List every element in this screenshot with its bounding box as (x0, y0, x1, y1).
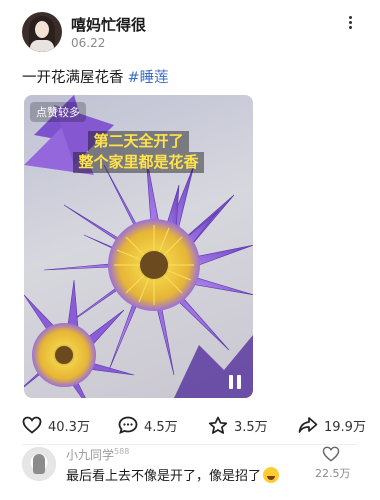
like-count: 40.3万 (48, 419, 90, 435)
caption-line-2: 整个家里都是花香 (73, 152, 204, 173)
like-button[interactable]: 40.3万 (22, 414, 90, 436)
favorite-button[interactable]: 3.5万 (208, 414, 268, 436)
commenter-badge: 588 (114, 447, 130, 456)
post-header: 嘻妈忙得很 06.22 (0, 0, 380, 62)
post-video[interactable]: 点赞较多 第二天全开了 整个家里都是花香 (24, 95, 253, 398)
divider (22, 444, 358, 445)
pause-icon[interactable] (228, 375, 242, 389)
star-icon (208, 416, 228, 434)
comment-text: 最后看上去不像是开了，像是招了 (66, 465, 280, 484)
share-count: 19.9万 (324, 419, 366, 435)
popular-badge: 点赞较多 (30, 102, 86, 122)
hashtag-link[interactable]: #睡莲 (128, 70, 169, 86)
post-text: 一开花满屋花香 #睡莲 (22, 66, 169, 87)
post-body: 一开花满屋花香 (22, 70, 124, 86)
commenter-name-text: 小九同学 (66, 448, 115, 462)
post-date: 06.22 (71, 36, 106, 50)
heart-icon (22, 416, 42, 434)
comment-like-count: 22.5万 (315, 467, 351, 480)
share-button[interactable]: 19.9万 (298, 414, 366, 436)
caption-line-1: 第二天全开了 (88, 131, 189, 152)
commenter-name[interactable]: 小九同学588 (66, 446, 129, 463)
author-name[interactable]: 嘻妈忙得很 (71, 14, 146, 35)
comment-button[interactable]: 4.5万 (118, 414, 178, 436)
commenter-avatar[interactable] (22, 447, 56, 481)
laughing-crying-emoji-icon (263, 467, 280, 483)
author-avatar[interactable] (22, 12, 62, 52)
comment-count: 4.5万 (144, 419, 178, 435)
post-actions: 40.3万 4.5万 3.5万 19.9万 (0, 414, 380, 436)
comment-body: 最后看上去不像是开了，像是招了 (66, 469, 262, 484)
share-icon (298, 417, 318, 433)
comment-like-button[interactable] (322, 446, 346, 466)
favorite-count: 3.5万 (234, 419, 268, 435)
heart-icon (322, 446, 340, 462)
more-options-icon[interactable] (344, 14, 356, 34)
comment-icon (118, 416, 138, 434)
video-caption: 第二天全开了 整个家里都是花香 (24, 131, 253, 173)
